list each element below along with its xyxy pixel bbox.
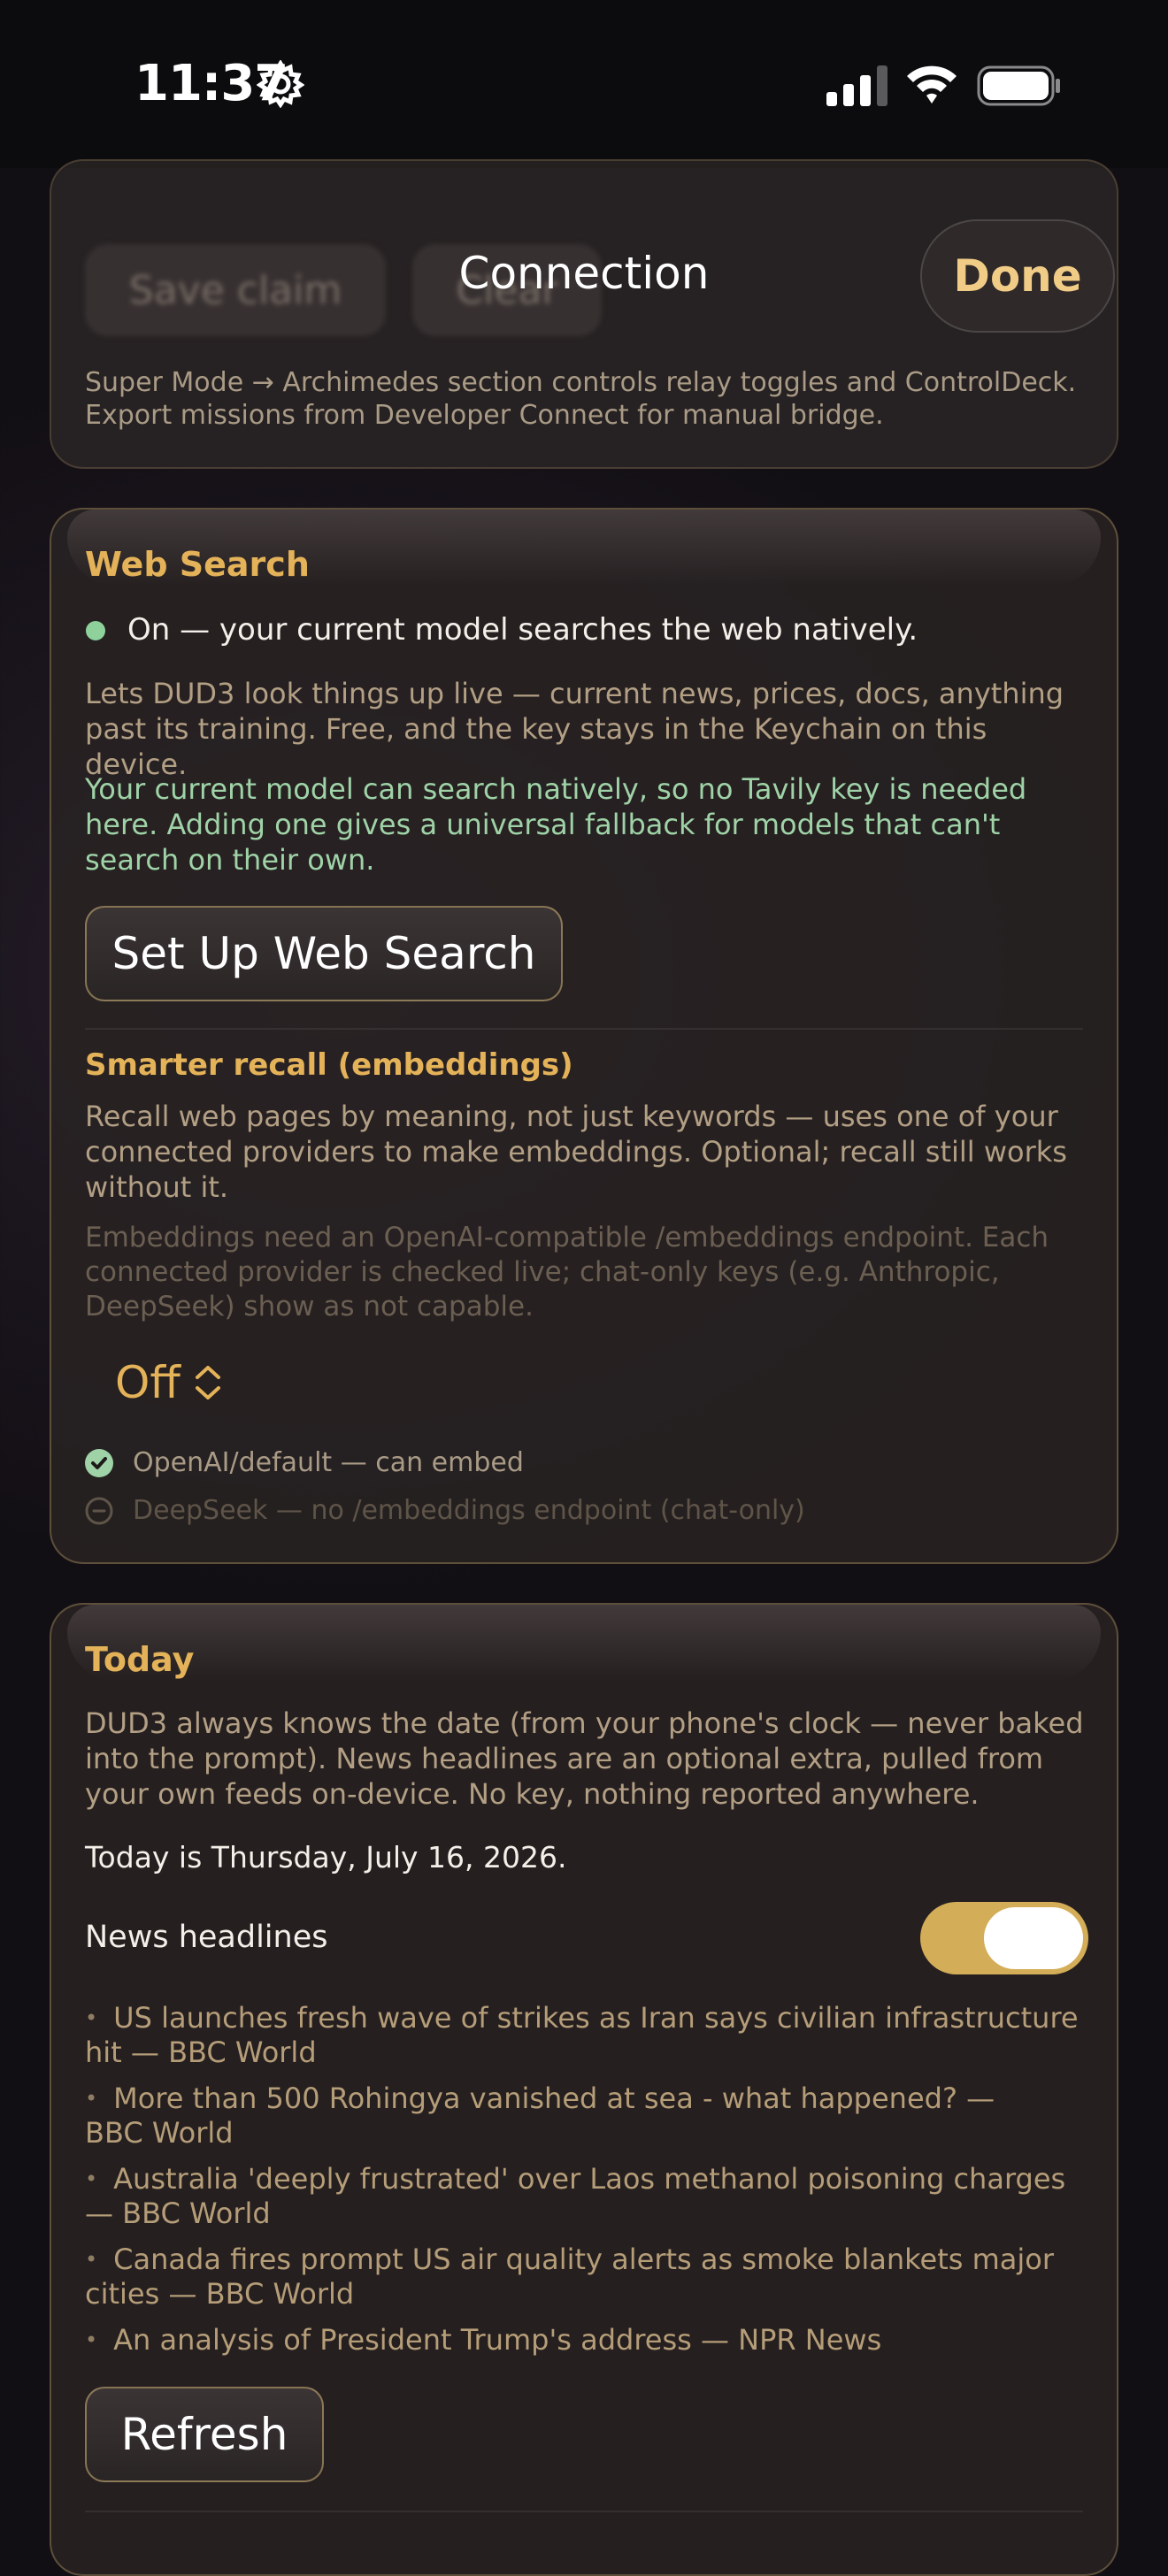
- web-search-status: On — your current model searches the web…: [127, 612, 918, 648]
- web-search-title: Web Search: [85, 545, 310, 584]
- today-title: Today: [85, 1640, 195, 1679]
- divider: [85, 2511, 1083, 2512]
- divider: [85, 1028, 1083, 1030]
- done-button[interactable]: Done: [920, 219, 1115, 333]
- provider-deepseek: DeepSeek — no /embeddings endpoint (chat…: [133, 1495, 805, 1526]
- picker-value: Off: [115, 1357, 181, 1408]
- provider-openai: OpenAI/default — can embed: [133, 1447, 524, 1478]
- bullet-icon: •: [85, 2005, 98, 2030]
- relay-note: Super Mode → Archimedes section controls…: [85, 367, 1077, 431]
- web-search-description: Lets DUD3 look things up live — current …: [85, 677, 1064, 781]
- status-dot-icon: [86, 621, 105, 640]
- recall-description: Recall web pages by meaning, not just ke…: [85, 1100, 1067, 1204]
- headline-item[interactable]: • An analysis of President Trump's addres…: [85, 2323, 1094, 2358]
- embedding-provider-picker[interactable]: Off: [115, 1357, 223, 1408]
- set-up-web-search-button[interactable]: Set Up Web Search: [85, 906, 563, 1001]
- today-date: Today is Thursday, July 16, 2026.: [85, 1840, 567, 1874]
- today-description: DUD3 always knows the date (from your ph…: [85, 1706, 1084, 1811]
- news-headlines-label: News headlines: [85, 1920, 328, 1955]
- refresh-button[interactable]: Refresh: [85, 2387, 324, 2482]
- bullet-icon: •: [85, 2166, 98, 2191]
- chevron-up-down-icon: [195, 1366, 220, 1399]
- card-sheen: [67, 1605, 1101, 1681]
- headline-item[interactable]: • Australia 'deeply frustrated' over Laos…: [85, 2162, 1094, 2231]
- headline-item[interactable]: • More than 500 Rohingya vanished at sea …: [85, 2082, 1041, 2150]
- battery-icon: [977, 65, 1060, 106]
- bullet-icon: •: [85, 2086, 98, 2111]
- minus-circle-icon: [85, 1497, 113, 1525]
- toggle-knob: [984, 1907, 1083, 1969]
- gear-icon: [257, 60, 304, 108]
- cellular-signal-icon: [826, 65, 888, 106]
- checkmark-circle-icon: [85, 1449, 113, 1477]
- recall-title: Smarter recall (embeddings): [85, 1047, 573, 1083]
- headline-item[interactable]: • Canada fires prompt US air quality aler…: [85, 2242, 1076, 2312]
- bullet-icon: •: [85, 2327, 98, 2352]
- news-headlines-toggle[interactable]: [920, 1902, 1088, 1974]
- recall-requirement: Embeddings need an OpenAI-compatible /em…: [85, 1222, 1049, 1322]
- bullet-icon: •: [85, 2247, 98, 2272]
- native-search-note: Your current model can search natively, …: [85, 772, 1027, 877]
- headline-item[interactable]: • US launches fresh wave of strikes as Ir…: [85, 2001, 1094, 2070]
- wifi-icon: [907, 65, 957, 104]
